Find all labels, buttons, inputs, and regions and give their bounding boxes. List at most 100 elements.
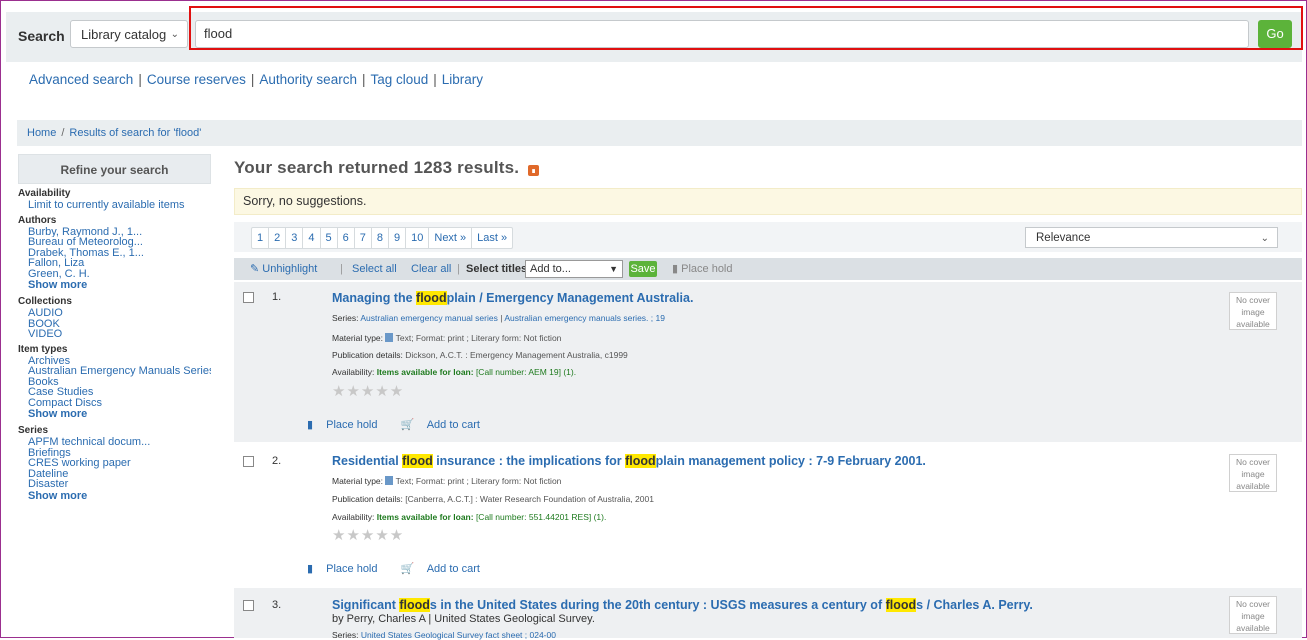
series-link[interactable]: Australian emergency manual series	[360, 313, 497, 323]
rating-stars[interactable]: ★★★★★	[332, 526, 404, 544]
add-to-cart-link[interactable]: 🛒 Add to cart	[401, 563, 490, 575]
place-hold-toolbar[interactable]: ▮ Place hold	[672, 258, 733, 280]
save-button[interactable]: Save	[629, 261, 657, 277]
facet-item[interactable]: Fallon, Liza	[18, 258, 211, 269]
add-to-select[interactable]: Add to... ▼	[525, 260, 623, 278]
result-checkbox[interactable]	[243, 600, 254, 611]
add-to-value: Add to...	[530, 263, 571, 275]
facet-item[interactable]: Disaster	[18, 479, 211, 490]
result-item: 2. Residential flood insurance : the imp…	[234, 444, 1302, 584]
facet-item[interactable]: VIDEO	[18, 329, 211, 340]
facet-item[interactable]: CRES working paper	[18, 458, 211, 469]
series-show-more[interactable]: Show more	[18, 490, 211, 503]
clear-all-link[interactable]: Clear all	[411, 258, 451, 280]
availability-status: Items available for loan:	[376, 512, 474, 522]
availability-line: Availability: Items available for loan: …	[332, 512, 606, 522]
page-link[interactable]: 10	[406, 228, 430, 248]
rating-stars[interactable]: ★★★★★	[332, 382, 404, 400]
bookmark-icon: ▮	[307, 419, 314, 431]
result-title[interactable]: Residential flood insurance : the implic…	[332, 454, 926, 468]
publication-value: Dickson, A.C.T. : Emergency Management A…	[405, 350, 628, 360]
no-cover-text: No cover	[1235, 599, 1270, 609]
pager-bar: 1 2 3 4 5 6 7 8 9 10 Next » Last » Relev…	[234, 222, 1302, 252]
result-number: 2.	[272, 455, 282, 467]
result-checkbox[interactable]	[243, 456, 254, 467]
result-actions: ▮ Place hold 🛒 Add to cart	[307, 562, 500, 575]
results-title: Your search returned 1283 results.	[234, 158, 520, 177]
series-label: Series:	[332, 630, 361, 640]
breadcrumb-home[interactable]: Home	[27, 127, 56, 139]
authority-search-link[interactable]: Authority search	[259, 72, 357, 87]
last-page-link[interactable]: Last »	[472, 228, 512, 248]
unhighlight-link[interactable]: ✎ Unhighlight	[250, 258, 317, 280]
chevron-down-icon: ⌄	[170, 29, 179, 40]
availability-label: Availability:	[332, 512, 377, 522]
facet-item[interactable]: Archives	[18, 356, 211, 367]
facet-head-collections: Collections	[18, 296, 72, 307]
select-all-link[interactable]: Select all	[352, 258, 397, 280]
advanced-search-link[interactable]: Advanced search	[29, 72, 133, 87]
facet-item[interactable]: Limit to currently available items	[18, 200, 211, 211]
rss-icon[interactable]: ∎	[528, 165, 539, 176]
facet-item[interactable]: Australian Emergency Manuals Series	[18, 366, 211, 377]
item-types-show-more[interactable]: Show more	[18, 408, 211, 421]
facet-item[interactable]: APFM technical docum...	[18, 437, 211, 448]
page-link[interactable]: 4	[303, 228, 321, 248]
search-label: Search	[18, 28, 65, 44]
result-number: 1.	[272, 291, 282, 303]
library-link[interactable]: Library	[442, 72, 483, 87]
facets-sidebar: Refine your search Availability Limit to…	[18, 154, 211, 503]
series-line: Series: United States Geological Survey …	[332, 630, 556, 640]
bookmark-icon: ▮	[307, 563, 314, 575]
facet-item[interactable]: Drabek, Thomas E., 1...	[18, 248, 211, 259]
catalog-select[interactable]: Library catalog ⌄	[70, 20, 188, 48]
facet-item[interactable]: Bureau of Meteorolog...	[18, 237, 211, 248]
cart-icon: 🛒	[400, 563, 415, 575]
tag-cloud-link[interactable]: Tag cloud	[370, 72, 428, 87]
add-to-cart-label: Add to cart	[426, 419, 480, 431]
facet-item[interactable]: Case Studies	[18, 387, 211, 398]
breadcrumb-current[interactable]: Results of search for 'flood'	[69, 127, 201, 139]
title-text: Significant	[332, 598, 400, 612]
place-hold-link[interactable]: ▮ Place hold	[307, 563, 388, 575]
sort-select[interactable]: Relevance ⌄	[1025, 227, 1278, 248]
page-link[interactable]: 3	[286, 228, 304, 248]
series-link[interactable]: Australian emergency manuals series. ; 1…	[504, 313, 665, 323]
page-link[interactable]: 7	[355, 228, 372, 248]
chevron-down-icon: ▼	[609, 264, 618, 274]
selection-toolbar: ✎ Unhighlight | Select all Clear all | S…	[234, 258, 1302, 280]
course-reserves-link[interactable]: Course reserves	[147, 72, 246, 87]
page-link[interactable]: 6	[338, 228, 355, 248]
facet-item[interactable]: AUDIO	[18, 308, 211, 319]
no-cover-text: No cover	[1235, 457, 1270, 467]
pencil-icon: ✎	[250, 263, 260, 275]
facet-item[interactable]: Briefings	[18, 448, 211, 459]
page-link[interactable]: 1	[252, 228, 270, 248]
next-page-link[interactable]: Next »	[429, 228, 473, 248]
material-label: Material type:	[332, 476, 386, 486]
result-title[interactable]: Managing the floodplain / Emergency Mana…	[332, 291, 693, 305]
page-link[interactable]: 9	[389, 228, 407, 248]
facet-item[interactable]: BOOK	[18, 319, 211, 330]
page-link[interactable]: 5	[321, 228, 338, 248]
result-title[interactable]: Significant floods in the United States …	[332, 598, 1033, 612]
facet-item[interactable]: Green, C. H.	[18, 269, 211, 280]
series-link[interactable]: United States Geological Survey fact she…	[361, 630, 556, 640]
cart-icon: 🛒	[400, 419, 415, 431]
page-link[interactable]: 2	[269, 228, 287, 248]
place-hold-link[interactable]: ▮ Place hold	[307, 419, 388, 431]
title-highlight: flood	[885, 598, 917, 612]
page-link[interactable]: 8	[372, 228, 389, 248]
material-label: Material type:	[332, 333, 386, 343]
facet-head-authors: Authors	[18, 214, 57, 226]
result-number: 3.	[272, 599, 282, 611]
authors-show-more[interactable]: Show more	[18, 279, 211, 292]
no-cover-image: No cover image available	[1229, 292, 1277, 330]
add-to-cart-link[interactable]: 🛒 Add to cart	[401, 419, 490, 431]
result-checkbox[interactable]	[243, 292, 254, 303]
facet-item[interactable]: Books	[18, 377, 211, 388]
facet-item[interactable]: Compact Discs	[18, 398, 211, 409]
facet-item[interactable]: Burby, Raymond J., 1...	[18, 227, 211, 238]
facet-item[interactable]: Dateline	[18, 469, 211, 480]
pagination: 1 2 3 4 5 6 7 8 9 10 Next » Last »	[251, 227, 514, 249]
